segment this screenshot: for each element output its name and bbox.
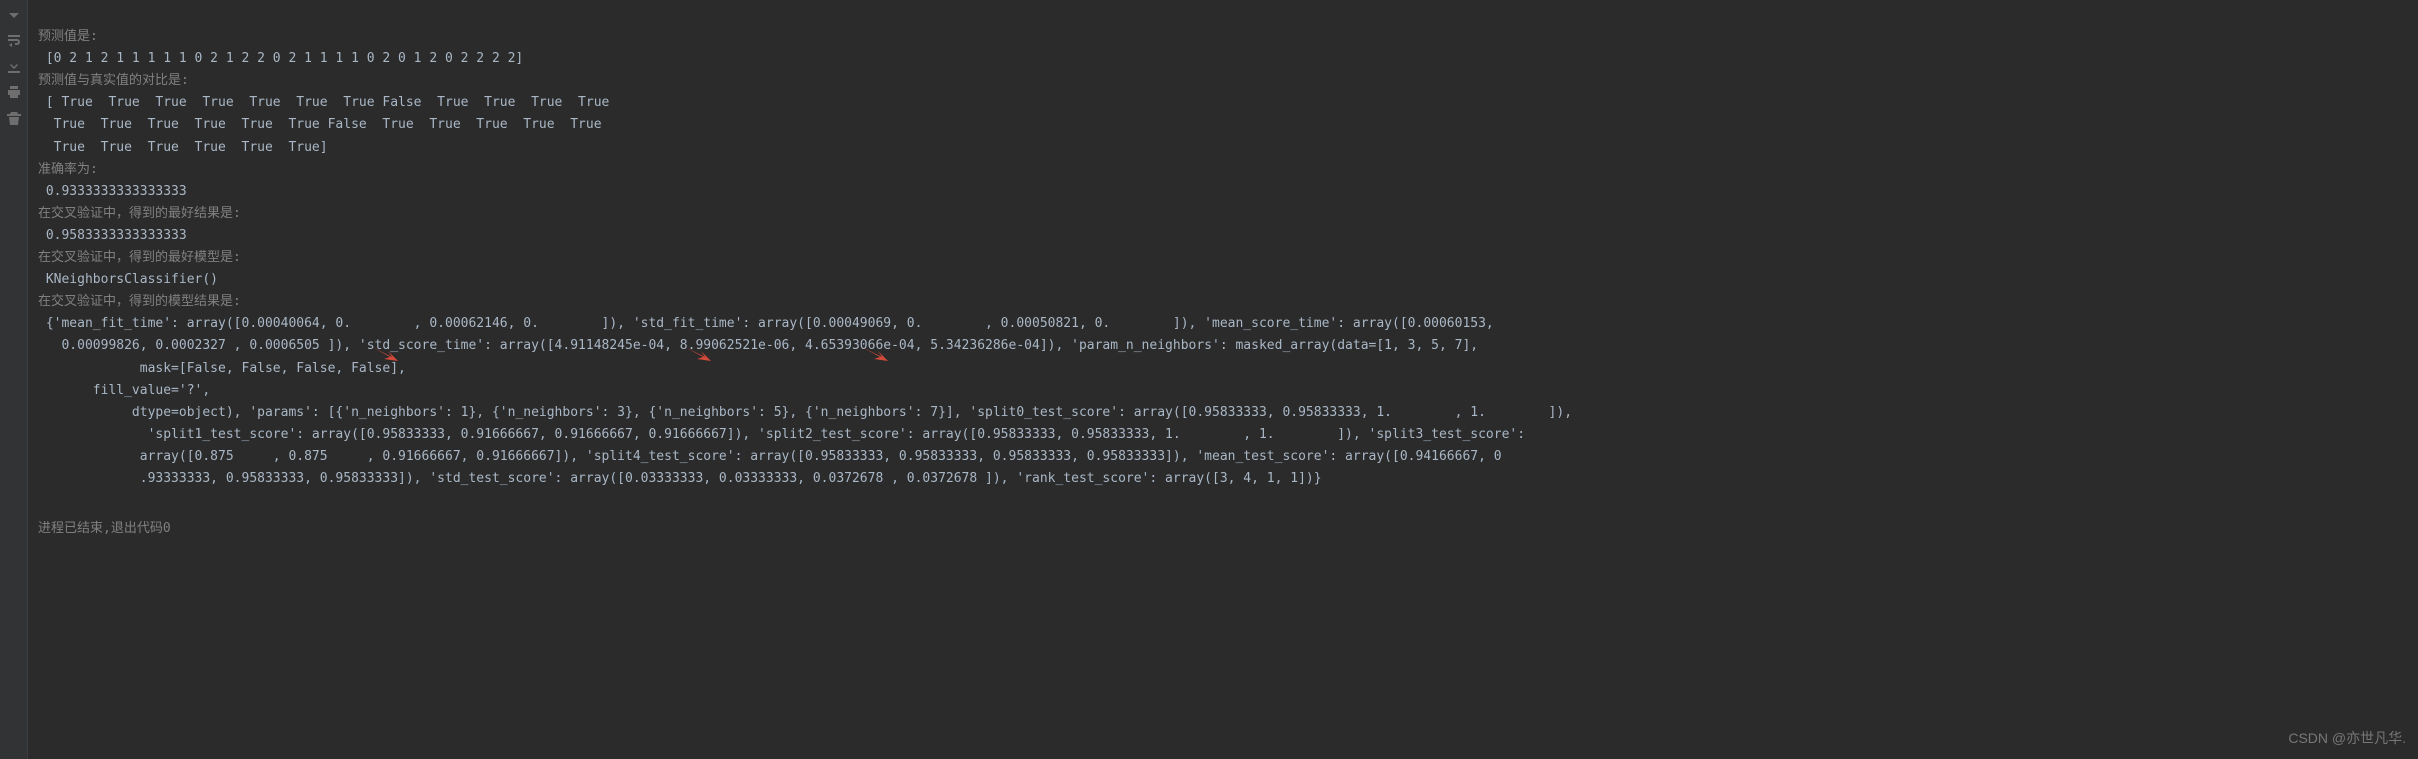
cv-model-results-header: 在交叉验证中，得到的模型结果是: [38,294,241,309]
cv-results-line-3: mask=[False, False, False, False], [38,361,406,376]
pred-header-label: 预测值是: [38,29,98,44]
pred-values: [0 2 1 2 1 1 1 1 1 0 2 1 2 2 0 2 1 1 1 1… [38,51,523,66]
cv-results-line-1: {'mean_fit_time': array([0.00040064, 0. … [38,316,1494,331]
watermark-label: CSDN @亦世凡华. [2288,727,2406,751]
download-icon[interactable] [6,58,22,74]
console-gutter [0,0,28,759]
trash-icon[interactable] [6,110,22,126]
cv-results-line-6: 'split1_test_score': array([0.95833333, … [38,427,1525,442]
cv-best-model-header: 在交叉验证中，得到的最好模型是: [38,250,241,265]
cv-results-line-2: 0.00099826, 0.0002327 , 0.0006505 ]), 's… [38,338,1478,353]
cv-results-line-7: array([0.875 , 0.875 , 0.91666667, 0.916… [38,449,1502,464]
wrap-icon[interactable] [6,32,22,48]
cv-results-line-5: dtype=object), 'params': [{'n_neighbors'… [38,405,1572,420]
cv-best-result-header: 在交叉验证中，得到的最好结果是: [38,206,241,221]
console-output[interactable]: 预测值是: [0 2 1 2 1 1 1 1 1 0 2 1 2 2 0 2 1… [28,0,2418,759]
compare-row-3: True True True True True True] [38,140,328,155]
process-exit-status: 进程已结束,退出代码0 [38,518,2408,540]
arrow-down-icon[interactable] [6,6,22,22]
compare-header-label: 预测值与真实值的对比是: [38,73,189,88]
accuracy-value: 0.9333333333333333 [38,184,187,199]
cv-best-model-value: KNeighborsClassifier() [38,272,218,287]
cv-results-line-8: .93333333, 0.95833333, 0.95833333]), 'st… [38,471,1322,486]
cv-results-line-4: fill_value='?', [38,383,210,398]
print-icon[interactable] [6,84,22,100]
compare-row-2: True True True True True True False True… [38,117,602,132]
cv-best-result-value: 0.9583333333333333 [38,228,187,243]
compare-row-1: [ True True True True True True True Fal… [38,95,609,110]
accuracy-header-label: 准确率为: [38,162,98,177]
